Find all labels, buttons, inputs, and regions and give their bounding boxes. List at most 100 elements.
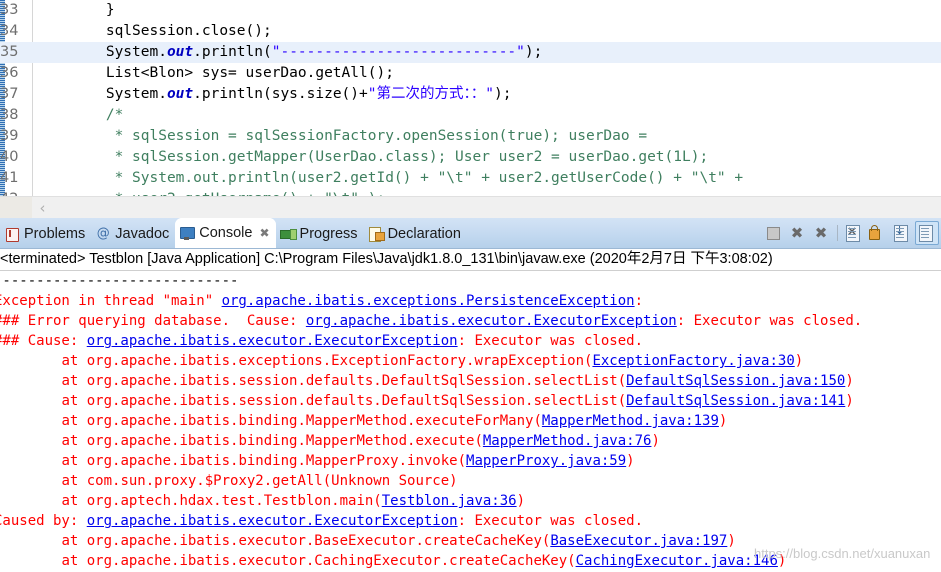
console-text: ### Error querying database. Cause: [0,313,306,329]
code-line[interactable]: 36 List<Blon> sys= userDao.getAll(); [0,63,941,84]
code-token: * sqlSession = sqlSessionFactory.openSes… [36,128,648,144]
console-text: ) [845,373,854,389]
code-text: /* [36,105,123,126]
declaration-icon [368,226,385,242]
code-editor[interactable]: 33 } 34 sqlSession.close(); 35 System.out.… [0,0,941,196]
remove-all-launches-button[interactable]: ✖ [810,222,832,244]
tab-label: Javadoc [115,226,170,242]
display-console-button[interactable] [915,221,939,245]
problems-icon [4,226,20,242]
code-token: "第二次的方式：：" [367,86,494,102]
scrollbar-left-corner [0,197,32,219]
line-number: 36 [0,65,19,81]
tab-label: Console [199,225,253,241]
console-line: at org.apache.ibatis.binding.MapperMetho… [0,431,935,451]
code-token: ); [493,86,512,102]
line-number: 41 [0,170,19,186]
remove-launch-button[interactable]: ✖ [786,222,808,244]
progress-icon [279,226,297,242]
code-text: * sqlSession = sqlSessionFactory.openSes… [36,126,648,147]
console-text: at org.apache.ibatis.executor.CachingExe… [0,553,576,569]
stacktrace-link[interactable]: DefaultSqlSession.java:150 [626,373,845,389]
scroll-lock-button[interactable] [867,222,889,244]
remove-x-icon: ✖ [790,224,804,242]
console-output[interactable]: ----------------------------- Exception i… [0,271,935,571]
console-line: at org.aptech.hdax.test.Testblon.main(Te… [0,491,935,511]
code-token: } [36,2,115,18]
console-line: at com.sun.proxy.$Proxy2.getAll(Unknown … [0,471,935,491]
line-number: 37 [0,86,19,102]
console-text: ) [794,353,804,369]
toolbar-separator [837,225,838,241]
stacktrace-link[interactable]: Testblon.java:36 [382,493,517,509]
stacktrace-link[interactable]: BaseExecutor.java:197 [550,533,727,549]
console-line: at org.apache.ibatis.binding.MapperProxy… [0,451,935,471]
console-line: at org.apache.ibatis.session.defaults.De… [0,371,935,391]
console-text: at org.apache.ibatis.executor.BaseExecut… [0,533,551,549]
code-text: * sqlSession.getMapper(UserDao.class); U… [36,147,709,168]
stacktrace-link[interactable]: ExceptionFactory.java:30 [592,353,794,369]
console-line: ### Error querying database. Cause: org.… [0,311,935,331]
stacktrace-link[interactable]: org.apache.ibatis.exceptions.Persistence… [222,293,635,309]
close-icon[interactable]: ✖ [259,226,269,240]
code-token: .println(sys.size()+ [193,86,368,102]
console-text: Caused by: [0,513,87,529]
stacktrace-link[interactable]: MapperMethod.java:139 [542,413,719,429]
console-text: : Executor was closed. [676,313,863,329]
console-text: ) [718,413,728,429]
line-number: 38 [0,107,19,123]
tab-progress[interactable]: Progress [276,220,364,248]
console-line: ----------------------------- [0,271,935,291]
console-text: ) [516,493,526,509]
code-token: /* [36,107,124,123]
stacktrace-link[interactable]: org.apache.ibatis.executor.ExecutorExcep… [306,313,677,329]
code-text: System.out.println(sys.size()+"第二次的方式：："… [36,84,512,105]
clear-console-button[interactable] [843,222,865,244]
console-text: ) [651,433,660,449]
stacktrace-link[interactable]: org.apache.ibatis.executor.ExecutorExcep… [87,333,458,349]
stacktrace-link[interactable]: MapperProxy.java:59 [466,453,626,469]
code-line[interactable]: 41 * System.out.println(user2.getId() + … [0,168,941,189]
console-text: at org.apache.ibatis.session.defaults.De… [0,373,627,389]
tab-console[interactable]: Console ✖ [175,218,276,248]
code-line[interactable]: 33 } [0,0,941,21]
code-line[interactable]: 38 /* [0,105,941,126]
code-token: * System.out.println(user2.getId() + "\t… [36,170,744,186]
terminate-button[interactable] [762,222,784,244]
console-text: ----------------------------- [0,273,239,289]
line-number: 40 [0,149,19,165]
editor-horizontal-scrollbar[interactable]: ‹ [0,196,941,219]
stacktrace-link[interactable]: CachingExecutor.java:146 [576,553,778,569]
pin-console-button[interactable] [891,222,913,244]
console-text: ) [777,553,787,569]
console-view[interactable]: <terminated> Testblon [Java Application]… [0,249,941,572]
stacktrace-link[interactable]: org.apache.ibatis.executor.ExecutorExcep… [87,513,458,529]
tab-declaration[interactable]: Declaration [364,220,467,248]
console-line: at org.apache.ibatis.executor.CachingExe… [0,551,935,571]
code-text: } [36,0,115,21]
code-line[interactable]: 35 System.out.println("-----------------… [0,42,941,63]
console-text: ) [845,393,854,409]
code-line[interactable]: 39 * sqlSession = sqlSessionFactory.open… [0,126,941,147]
console-text: Exception in thread "main" [0,293,222,309]
tab-javadoc[interactable]: @ Javadoc [91,220,175,248]
console-text: at org.apache.ibatis.binding.MapperProxy… [0,453,467,469]
chevron-left-icon[interactable]: ‹ [34,200,51,216]
console-text: ### Cause: [0,333,87,349]
stacktrace-link[interactable]: DefaultSqlSession.java:141 [626,393,845,409]
stacktrace-link[interactable]: MapperMethod.java:76 [483,433,652,449]
code-line[interactable]: 34 sqlSession.close(); [0,21,941,42]
code-token: ); [524,44,543,60]
code-token: sqlSession.close(); [36,23,272,39]
console-text: at org.aptech.hdax.test.Testblon.main( [0,493,382,509]
code-line[interactable]: 40 * sqlSession.getMapper(UserDao.class)… [0,147,941,168]
code-line[interactable]: 42 * user2.getUsername() + "\t" ); [0,189,941,196]
tab-problems[interactable]: Problems [0,220,91,248]
console-line: Caused by: org.apache.ibatis.executor.Ex… [0,511,935,531]
console-line: ### Cause: org.apache.ibatis.executor.Ex… [0,331,935,351]
console-launch-status: <terminated> Testblon [Java Application]… [0,249,941,271]
code-line[interactable]: 37 System.out.println(sys.size()+"第二次的方式… [0,84,941,105]
code-token: .println( [193,44,272,60]
remove-all-x-icon: ✖ [814,224,828,242]
line-number: 39 [0,128,19,144]
